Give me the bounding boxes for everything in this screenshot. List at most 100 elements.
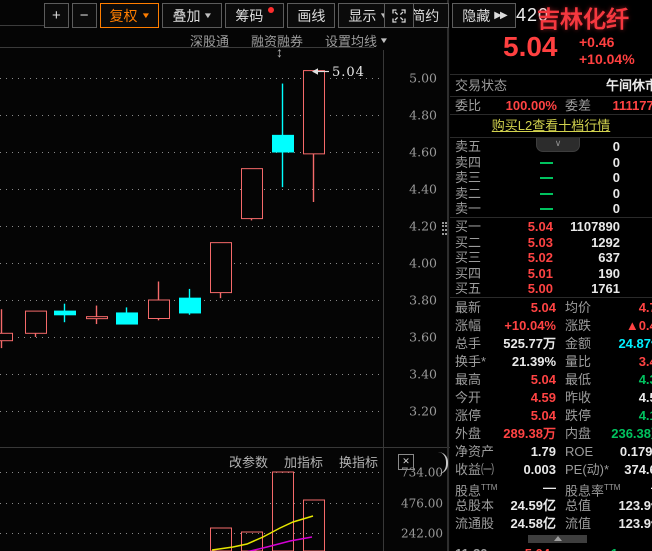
stat-row: 流通股 24.58亿流值 123.9亿 bbox=[450, 515, 652, 533]
stat-row: 外盘 289.38万内盘 236.38万 bbox=[450, 425, 652, 443]
candle-body[interactable] bbox=[210, 242, 232, 294]
status-label: 交易状态 bbox=[455, 78, 508, 93]
indicator-buttons: 改参数 加指标 换指标 bbox=[229, 452, 378, 471]
stat-row: 总手 525.77万金额 24.87亿 bbox=[450, 335, 652, 353]
draw-line-button[interactable]: 画线 bbox=[287, 3, 336, 28]
ask-row[interactable]: 卖二 0 bbox=[450, 186, 652, 202]
weicha-value: 1111777 bbox=[612, 98, 652, 113]
candle-body[interactable] bbox=[54, 310, 76, 316]
panel-scrollbar[interactable] bbox=[528, 535, 587, 543]
button-label: 显示 bbox=[348, 7, 377, 24]
stat-label: 均价 bbox=[565, 300, 592, 315]
volume-bar[interactable] bbox=[303, 499, 325, 551]
chart-toolbar: +−复权▼叠加▼筹码画线显示▼简约隐藏▶▶ bbox=[44, 3, 516, 28]
stat-value: 4.59 bbox=[530, 390, 556, 405]
volume-bar[interactable] bbox=[272, 471, 294, 551]
l2-promo-row: 购买L2查看十档行情 bbox=[450, 115, 652, 137]
stock-name: 吉林化纤 bbox=[537, 6, 629, 32]
bid-row[interactable]: 买二 5.03 1292 bbox=[450, 235, 652, 251]
zoom-out-button[interactable]: − bbox=[71, 3, 97, 28]
stat-label: 最新 bbox=[455, 300, 482, 315]
panel-divider-grip[interactable] bbox=[442, 222, 447, 235]
fullscreen-button[interactable] bbox=[384, 3, 414, 28]
candle-body[interactable] bbox=[272, 134, 294, 153]
stat-label: 最低 bbox=[565, 372, 592, 387]
button-label: + bbox=[52, 7, 61, 24]
candle-body[interactable] bbox=[303, 70, 325, 155]
price-axis-tick: 3.20 bbox=[409, 404, 437, 419]
no-price-dash-icon bbox=[540, 177, 553, 180]
stat-value: +10.04% bbox=[504, 318, 556, 333]
stat-label: 内盘 bbox=[565, 426, 592, 441]
candle-body[interactable] bbox=[241, 168, 263, 220]
button-label: 叠加 bbox=[172, 7, 201, 24]
no-price-dash-icon bbox=[540, 208, 553, 211]
ask-volume: 0 bbox=[612, 185, 620, 201]
button-label: 复权 bbox=[109, 7, 138, 24]
stat-value: 4.58 bbox=[638, 390, 652, 405]
stat-value: 4.33 bbox=[638, 372, 652, 387]
candle-body[interactable] bbox=[179, 297, 201, 314]
bid-price: 5.01 bbox=[527, 265, 553, 281]
stat-value: 4.73 bbox=[638, 300, 652, 315]
candle-body[interactable] bbox=[25, 310, 47, 334]
ask-row[interactable]: 卖三 0 bbox=[450, 170, 652, 186]
stat-value: ▲0.46 bbox=[625, 318, 652, 333]
price-axis-tick: 3.60 bbox=[409, 330, 437, 345]
button-label: − bbox=[79, 7, 89, 24]
overlay-button[interactable]: 叠加 ▼ bbox=[162, 3, 223, 28]
bid-row[interactable]: 买五 5.00 1761 bbox=[450, 281, 652, 297]
stat-label: 总股本 bbox=[455, 498, 495, 513]
stat-row: 最高 5.04 最低 4.33 bbox=[450, 371, 652, 389]
price-axis-tick: 5.00 bbox=[409, 71, 437, 86]
stat-label: 净资产 bbox=[455, 444, 495, 459]
change-params-button[interactable]: 改参数 bbox=[229, 452, 268, 471]
bid-row[interactable]: 买四 5.01 190 bbox=[450, 266, 652, 282]
stat-value: 0.179% bbox=[619, 444, 652, 459]
add-indicator-button[interactable]: 加指标 bbox=[284, 452, 323, 471]
adjust-rights-button[interactable]: 复权 ▼ bbox=[99, 3, 160, 28]
stat-row: 收益㈠ 0.003 PE(动)* 374.67 bbox=[450, 461, 652, 479]
zoom-in-button[interactable]: + bbox=[44, 3, 69, 28]
candle-body[interactable] bbox=[86, 316, 108, 320]
switch-indicator-button[interactable]: 换指标 bbox=[339, 452, 378, 471]
stat-label: 收益㈠ bbox=[455, 462, 495, 477]
stat-value: — bbox=[543, 480, 556, 495]
ask-row[interactable]: 卖一 0 bbox=[450, 201, 652, 217]
bid-row[interactable]: 买三 5.02 637 bbox=[450, 250, 652, 266]
price-change: +0.46 bbox=[579, 34, 615, 50]
stat-value: 3.44 bbox=[638, 354, 652, 369]
close-indicator-icon[interactable]: ✕ bbox=[398, 453, 415, 470]
hide-button[interactable]: 隐藏 ▶▶ bbox=[452, 3, 516, 28]
ask-row[interactable]: 卖四 0 bbox=[450, 155, 652, 171]
trading-status-row: 交易状态 午间休市 bbox=[450, 75, 652, 96]
kline-chart[interactable]: 5.00 4.80 4.60 4.40 4.20 4.00 3.80 3.60 3.40 3.20… bbox=[0, 50, 450, 551]
bid-row[interactable]: 买一 5.04 1107890 bbox=[450, 219, 652, 235]
collapse-order-book-tab[interactable]: ∨ bbox=[536, 138, 580, 152]
candle-body[interactable] bbox=[116, 312, 138, 325]
annotation-price-label: 5.04 bbox=[332, 65, 365, 80]
stat-row: 最新 5.04 均价 4.73 bbox=[450, 299, 652, 317]
stat-value: 21.39% bbox=[511, 354, 556, 369]
stat-value: 525.77万 bbox=[503, 336, 556, 351]
button-label: 隐藏 bbox=[462, 7, 491, 24]
stat-label: 总手 bbox=[455, 336, 482, 351]
price-axis-tick: 4.60 bbox=[409, 145, 437, 160]
chips-button[interactable]: 筹码 bbox=[225, 3, 285, 28]
bid-price: 5.03 bbox=[527, 234, 553, 250]
stat-label: 今开 bbox=[455, 390, 482, 405]
price-change-block: +0.46 +10.04% bbox=[579, 34, 635, 68]
price-change-pct: +10.04% bbox=[579, 51, 635, 67]
caret-down-icon: ▼ bbox=[378, 36, 390, 45]
stat-value: 24.87亿 bbox=[618, 336, 652, 351]
weibi-row: 委比 100.00% 委差 1111777 bbox=[450, 97, 652, 114]
bid-label: 买二 bbox=[455, 234, 482, 250]
bid-volume: 1107890 bbox=[570, 219, 620, 234]
caret-down-icon: ▼ bbox=[140, 11, 151, 20]
bid-price: 5.00 bbox=[527, 281, 553, 297]
candle-body[interactable] bbox=[0, 332, 13, 342]
candle-body[interactable] bbox=[148, 299, 170, 319]
stat-row: 净资产 1.79 ROE 0.179% bbox=[450, 443, 652, 461]
buy-l2-link[interactable]: 购买L2查看十档行情 bbox=[492, 118, 610, 133]
volume-axis-tick: 476.00 bbox=[401, 497, 443, 511]
